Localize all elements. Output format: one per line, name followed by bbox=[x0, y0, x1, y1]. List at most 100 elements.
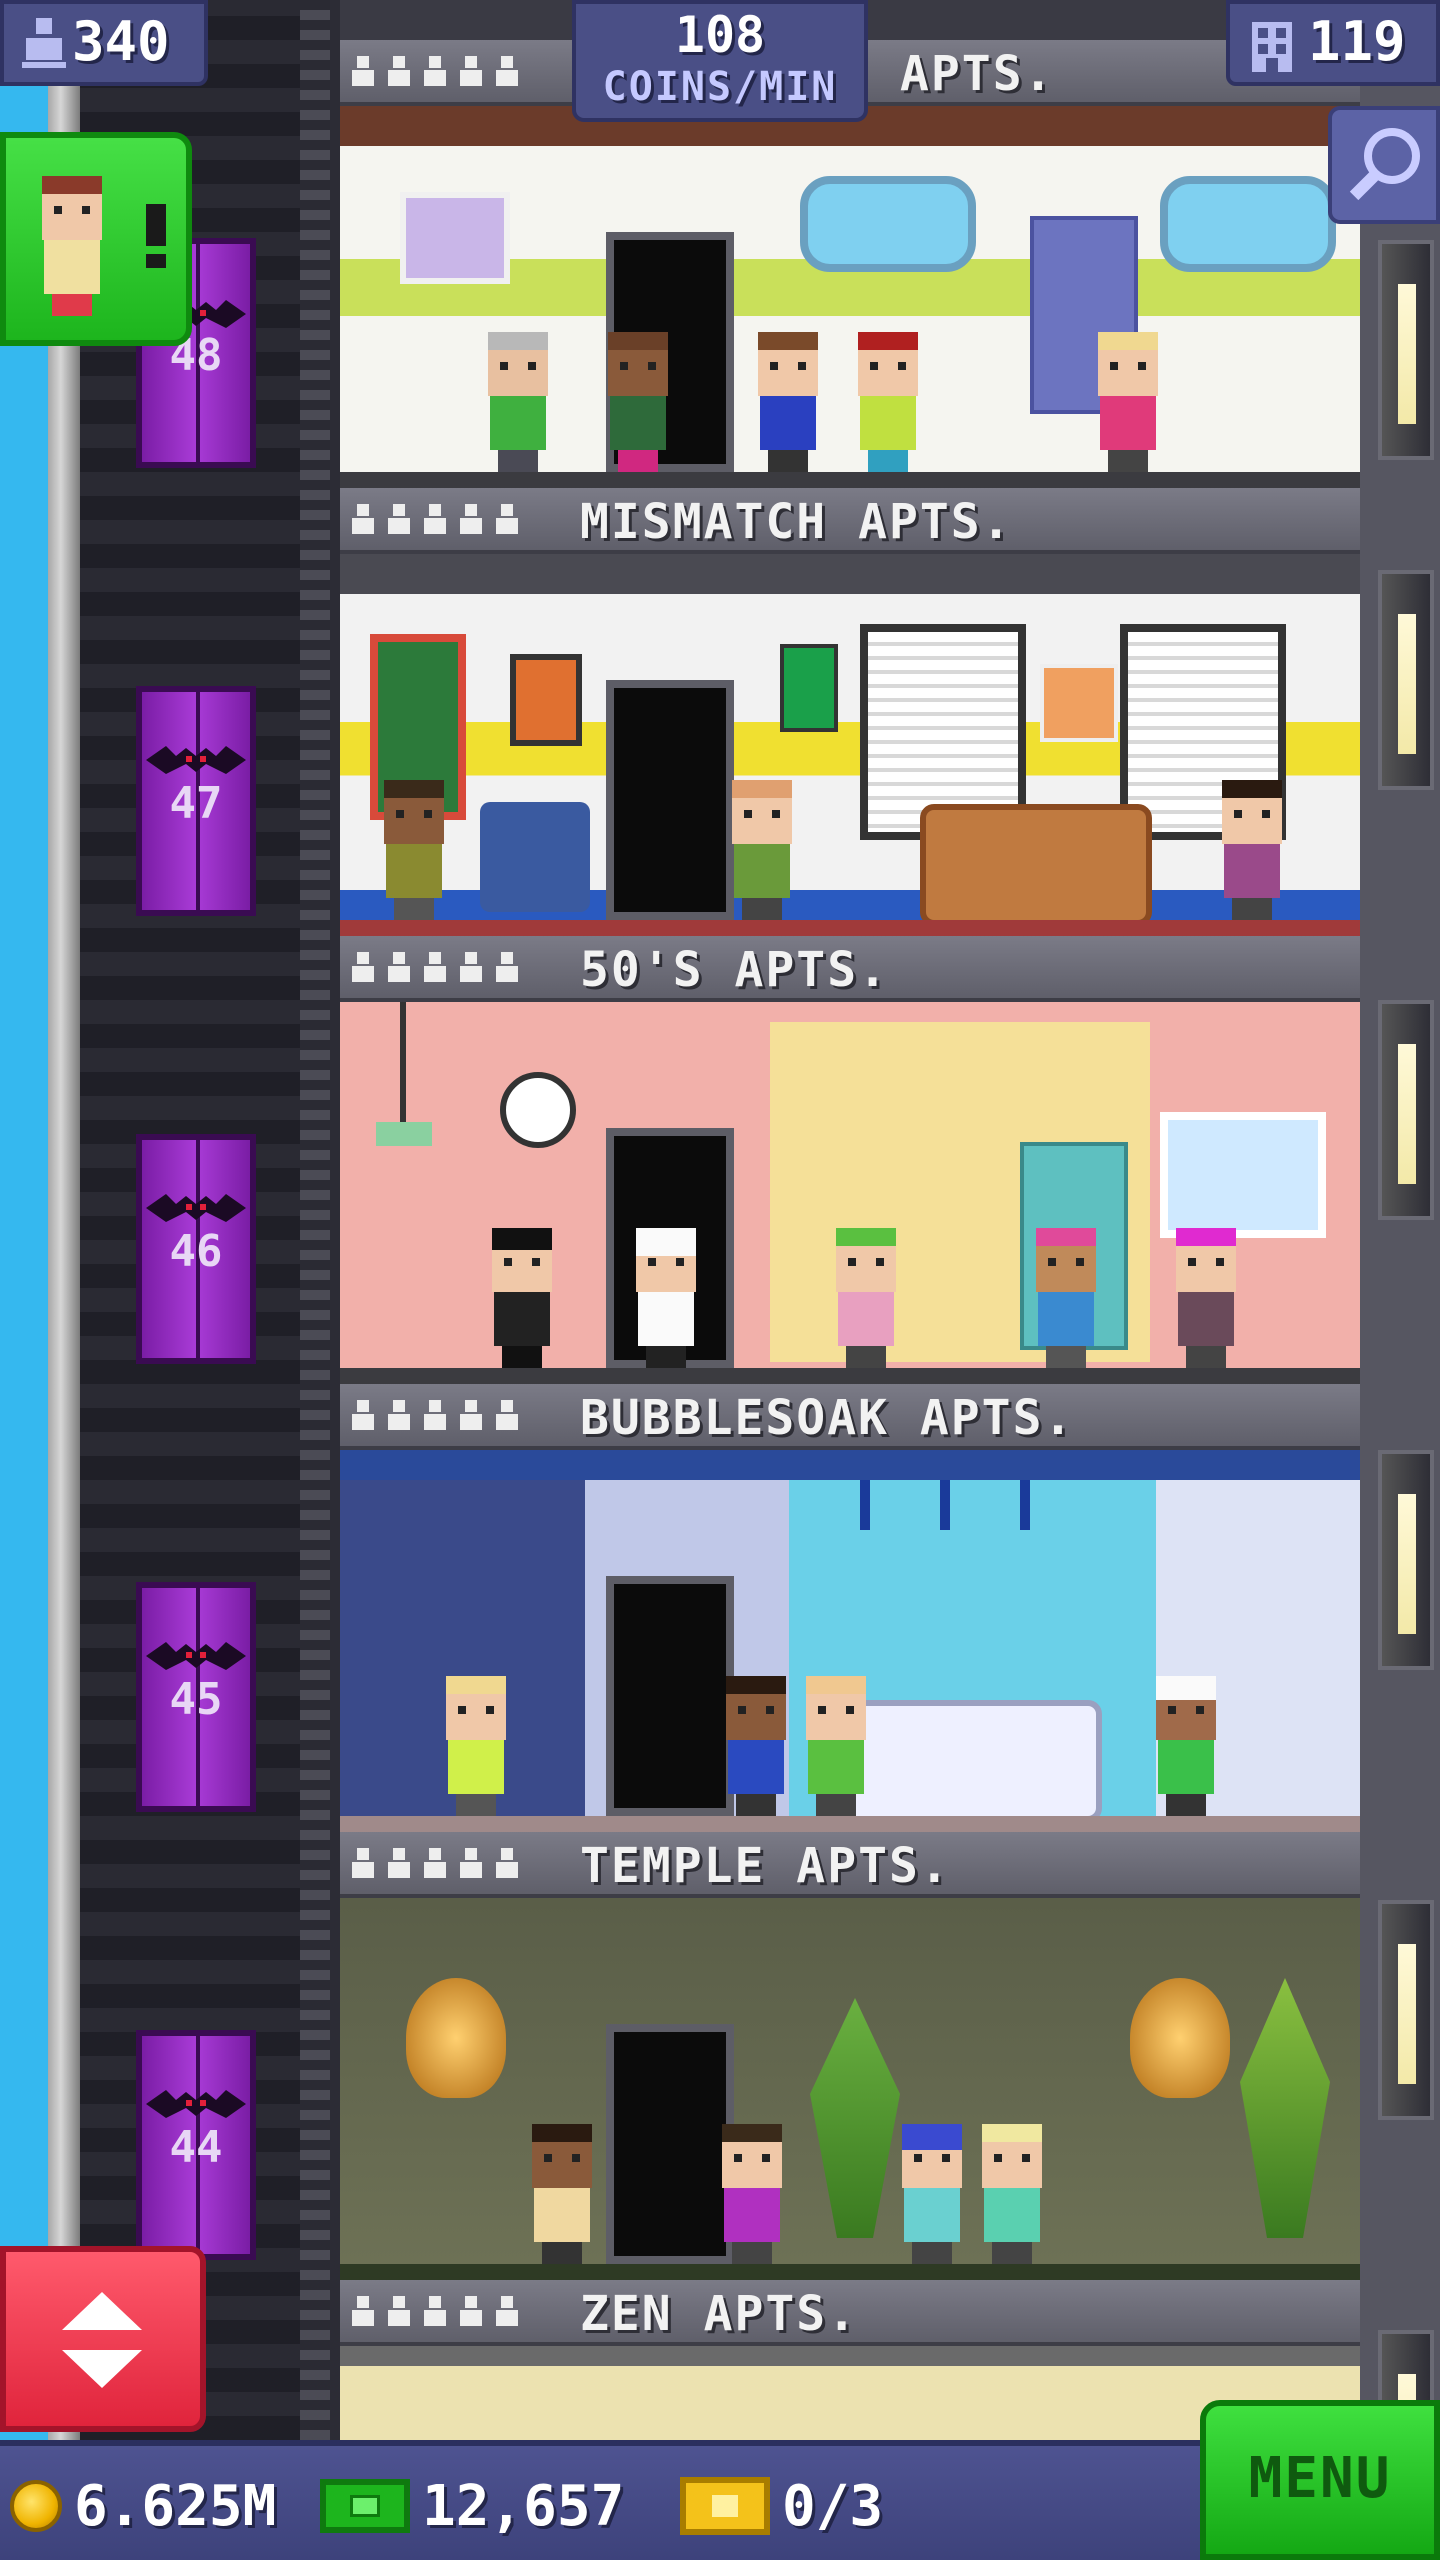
visitor-notification-button[interactable] bbox=[0, 132, 192, 346]
room-interior[interactable] bbox=[340, 554, 1360, 936]
floor-name: APTS. bbox=[900, 46, 1055, 102]
resident[interactable] bbox=[526, 2124, 598, 2264]
tickets-value: 0/3 bbox=[782, 2473, 884, 2539]
coins-per-min-panel[interactable]: 108 COINS/MIN bbox=[572, 0, 868, 122]
resident-slots bbox=[350, 56, 540, 90]
resident[interactable] bbox=[1150, 1676, 1222, 1816]
resident[interactable] bbox=[1216, 780, 1288, 920]
sofa bbox=[920, 804, 1152, 926]
tickets-balance[interactable]: 0/3 bbox=[680, 2466, 883, 2546]
bat-icon bbox=[146, 1190, 246, 1226]
ceiling-lights bbox=[340, 554, 1360, 594]
resident-slots bbox=[350, 504, 540, 538]
ceiling-trim bbox=[340, 1450, 1360, 1480]
resident[interactable] bbox=[378, 780, 450, 920]
shaft-floor-number: 45 bbox=[169, 1674, 223, 1725]
bux-value: 12,657 bbox=[422, 2473, 625, 2539]
resident[interactable] bbox=[720, 1676, 792, 1816]
search-button[interactable] bbox=[1328, 106, 1440, 224]
tower-edge bbox=[330, 0, 340, 2440]
resident[interactable] bbox=[752, 332, 824, 472]
floor-50s-apts[interactable]: 50'S APTS. bbox=[340, 936, 1360, 1384]
pendant-light bbox=[860, 1480, 870, 1530]
resident[interactable] bbox=[852, 332, 924, 472]
population-counter[interactable]: 340 bbox=[0, 0, 208, 86]
bat-icon bbox=[146, 742, 246, 778]
floor-label-band: 50'S APTS. bbox=[340, 936, 1360, 1002]
outer-window bbox=[1378, 240, 1434, 460]
room-floor bbox=[340, 472, 1360, 488]
resident[interactable] bbox=[602, 332, 674, 472]
population-value: 340 bbox=[72, 10, 170, 73]
resident[interactable] bbox=[976, 2124, 1048, 2264]
bux-balance[interactable]: 12,657 bbox=[320, 2466, 624, 2546]
room-door[interactable] bbox=[606, 2024, 734, 2264]
floor-bubblesoak-apts[interactable]: BUBBLESOAK APTS. bbox=[340, 1384, 1360, 1832]
room-interior[interactable] bbox=[340, 106, 1360, 488]
floor-name: TEMPLE APTS. bbox=[580, 1838, 951, 1894]
visitor-avatar bbox=[36, 176, 108, 316]
coins-per-min-label: COINS/MIN bbox=[602, 64, 838, 110]
armchair bbox=[480, 802, 590, 912]
resident[interactable] bbox=[830, 1228, 902, 1368]
floor-label-band: MISMATCH APTS. bbox=[340, 488, 1360, 554]
bux-icon bbox=[320, 2479, 410, 2533]
coins-balance[interactable]: 6.625M bbox=[10, 2466, 276, 2546]
coins-value: 6.625M bbox=[74, 2473, 277, 2539]
room-door[interactable] bbox=[606, 1576, 734, 1816]
outer-window bbox=[1378, 1900, 1434, 2120]
floor-name: BUBBLESOAK APTS. bbox=[580, 1390, 1075, 1446]
resident-slots bbox=[350, 952, 540, 986]
bathtub bbox=[840, 1700, 1102, 1822]
wall-clock-art bbox=[1040, 664, 1118, 742]
tower-outer-wall bbox=[48, 0, 80, 2440]
resident-slots bbox=[350, 2296, 540, 2330]
shaft-floor-number: 47 bbox=[169, 778, 223, 829]
lamp-cord bbox=[400, 1002, 406, 1122]
menu-label: MENU bbox=[1248, 2446, 1392, 2511]
shaft-floor-number: 44 bbox=[169, 2122, 223, 2173]
resident[interactable] bbox=[1170, 1228, 1242, 1368]
resident[interactable] bbox=[896, 2124, 968, 2264]
outer-window bbox=[1378, 1450, 1434, 1670]
resident[interactable] bbox=[726, 780, 798, 920]
resident[interactable] bbox=[486, 1228, 558, 1368]
wall-painting bbox=[400, 192, 510, 284]
sky-strip bbox=[0, 0, 48, 2440]
golden-head-statue bbox=[406, 1978, 506, 2098]
elevator-button[interactable] bbox=[0, 2246, 206, 2432]
resident[interactable] bbox=[482, 332, 554, 472]
room-interior[interactable] bbox=[340, 1898, 1360, 2280]
exclamation-icon bbox=[146, 204, 166, 268]
floor-temple-apts[interactable]: TEMPLE APTS. bbox=[340, 1832, 1360, 2280]
resident[interactable] bbox=[716, 2124, 788, 2264]
wall-panel bbox=[780, 644, 838, 732]
wall-painting bbox=[510, 654, 582, 746]
resident-slots bbox=[350, 1400, 540, 1434]
menu-button[interactable]: MENU bbox=[1200, 2400, 1440, 2560]
ceiling-trim bbox=[340, 2346, 1360, 2366]
person-icon bbox=[22, 18, 66, 68]
floor-counter[interactable]: 119 bbox=[1226, 0, 1440, 86]
outer-window bbox=[1378, 570, 1434, 790]
resident[interactable] bbox=[630, 1228, 702, 1368]
room-interior[interactable] bbox=[340, 1450, 1360, 1832]
shaft-floor-number: 46 bbox=[169, 1226, 223, 1277]
resident[interactable] bbox=[440, 1676, 512, 1816]
room-door[interactable] bbox=[606, 680, 734, 920]
floor-label-band: ZEN APTS. bbox=[340, 2280, 1360, 2346]
floor-label-band: TEMPLE APTS. bbox=[340, 1832, 1360, 1898]
building-icon bbox=[1252, 22, 1292, 72]
wall-window bbox=[1160, 1112, 1326, 1238]
wall-window bbox=[1160, 176, 1336, 272]
room-interior[interactable] bbox=[340, 1002, 1360, 1384]
room-floor bbox=[340, 1368, 1360, 1384]
resident[interactable] bbox=[800, 1676, 872, 1816]
clock-icon bbox=[500, 1072, 576, 1148]
floor-name: ZEN APTS. bbox=[580, 2286, 859, 2342]
floor-mismatch-apts[interactable]: MISMATCH APTS. bbox=[340, 488, 1360, 936]
resident[interactable] bbox=[1030, 1228, 1102, 1368]
bat-icon bbox=[146, 2086, 246, 2122]
potted-palm bbox=[1240, 1978, 1330, 2238]
resident[interactable] bbox=[1092, 332, 1164, 472]
